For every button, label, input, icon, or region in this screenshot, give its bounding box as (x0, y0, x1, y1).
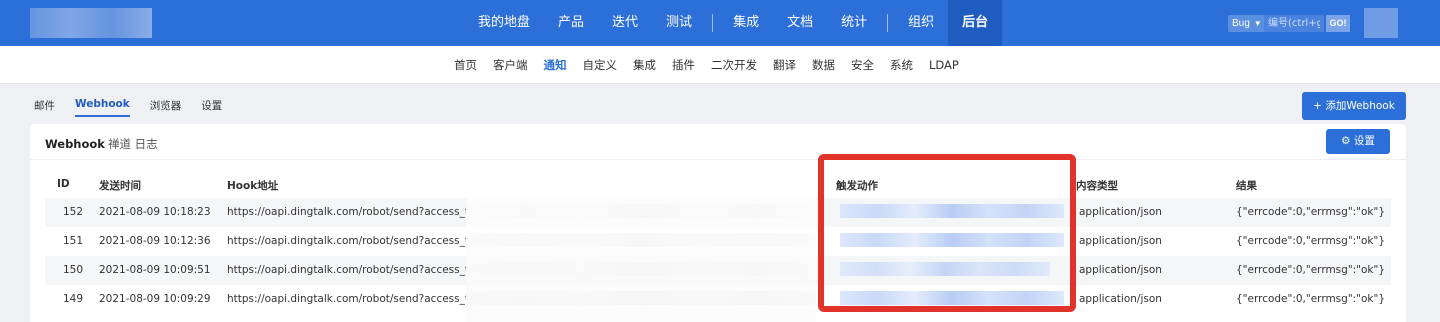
column-header-url: Hook地址 (227, 180, 279, 192)
nav-item-integration[interactable]: 集成 (719, 0, 773, 46)
tab-settings[interactable]: 设置 (201, 98, 222, 117)
panel-header: Webhook 禅道 日志 ⚙ 设置 (30, 124, 1406, 160)
tab-webhook[interactable]: Webhook (75, 98, 130, 117)
cell-id: 149 (63, 293, 84, 305)
settings-button[interactable]: ⚙ 设置 (1326, 129, 1390, 154)
chevron-down-icon: ▼ (1253, 19, 1262, 28)
subnav-item-notify[interactable]: 通知 (536, 57, 575, 73)
search-input[interactable] (1264, 15, 1324, 32)
cell-id: 152 (63, 206, 84, 218)
go-button[interactable]: GO! (1326, 15, 1350, 32)
subnav-item-security[interactable]: 安全 (843, 57, 882, 73)
tab-mail[interactable]: 邮件 (34, 98, 55, 117)
sub-navbar: 首页 客户端 通知 自定义 集成 插件 二次开发 翻译 数据 安全 系统 LDA… (0, 46, 1440, 84)
nav-item-my[interactable]: 我的地盘 (464, 0, 544, 46)
nav-item-org[interactable]: 组织 (894, 0, 948, 46)
cell-result: {"errcode":0,"errmsg":"ok"} (1236, 206, 1386, 218)
column-header-content-type: 内容类型 (1076, 180, 1118, 192)
add-webhook-button[interactable]: + 添加Webhook (1302, 92, 1406, 120)
subnav-item-client[interactable]: 客户端 (485, 57, 536, 73)
cell-content-type: application/json (1079, 235, 1162, 247)
add-webhook-label: 添加Webhook (1325, 100, 1395, 112)
redaction-overlay (466, 186, 816, 322)
settings-label: 设置 (1353, 135, 1375, 147)
tab-browser[interactable]: 浏览器 (150, 98, 182, 117)
subnav-item-home[interactable]: 首页 (446, 57, 485, 73)
panel-title: Webhook 禅道 日志 (45, 136, 158, 152)
cell-url: https://oapi.dingtalk.com/robot/send?acc… (227, 264, 492, 276)
cell-result: {"errcode":0,"errmsg":"ok"} (1236, 264, 1386, 276)
sub-nav: 首页 客户端 通知 自定义 集成 插件 二次开发 翻译 数据 安全 系统 LDA… (446, 46, 967, 84)
cell-content-type: application/json (1079, 264, 1162, 276)
subnav-item-system[interactable]: 系统 (882, 57, 921, 73)
plus-icon: + (1313, 100, 1322, 112)
cell-url: https://oapi.dingtalk.com/robot/send?acc… (227, 293, 492, 305)
highlight-annotation-box (818, 154, 1076, 312)
gear-icon: ⚙ (1341, 135, 1351, 147)
notify-tabs: 邮件 Webhook 浏览器 设置 (34, 98, 242, 117)
cell-content-type: application/json (1079, 206, 1162, 218)
cell-id: 150 (63, 264, 84, 276)
cell-time: 2021-08-09 10:18:23 (99, 206, 211, 218)
cell-url: https://oapi.dingtalk.com/robot/send?acc… (227, 235, 492, 247)
panel-title-rest: 禅道 日志 (107, 137, 158, 151)
main-nav: 我的地盘 产品 迭代 测试 集成 文档 统计 组织 后台 (464, 0, 1003, 46)
cell-time: 2021-08-09 10:12:36 (99, 235, 211, 247)
subnav-item-plugin[interactable]: 插件 (664, 57, 703, 73)
nav-item-iteration[interactable]: 迭代 (598, 0, 652, 46)
column-header-time: 发送时间 (99, 180, 141, 192)
subnav-item-translate[interactable]: 翻译 (765, 57, 804, 73)
cell-time: 2021-08-09 10:09:51 (99, 264, 211, 276)
subnav-item-ldap[interactable]: LDAP (921, 58, 967, 72)
nav-item-product[interactable]: 产品 (544, 0, 598, 46)
top-navbar: 我的地盘 产品 迭代 测试 集成 文档 统计 组织 后台 Bug▼ GO! (0, 0, 1440, 46)
subnav-item-custom[interactable]: 自定义 (575, 57, 626, 73)
nav-item-test[interactable]: 测试 (652, 0, 706, 46)
cell-result: {"errcode":0,"errmsg":"ok"} (1236, 235, 1386, 247)
nav-item-stats[interactable]: 统计 (827, 0, 881, 46)
nav-item-doc[interactable]: 文档 (773, 0, 827, 46)
column-header-result: 结果 (1236, 180, 1257, 192)
cell-result: {"errcode":0,"errmsg":"ok"} (1236, 293, 1386, 305)
subnav-item-integration[interactable]: 集成 (625, 57, 664, 73)
cell-url: https://oapi.dingtalk.com/robot/send?acc… (227, 206, 492, 218)
object-type-select[interactable]: Bug ▼ (1228, 15, 1266, 32)
nav-divider (712, 14, 714, 32)
subnav-item-dev[interactable]: 二次开发 (703, 57, 765, 73)
cell-content-type: application/json (1079, 293, 1162, 305)
object-type-value: Bug (1232, 18, 1250, 29)
cell-time: 2021-08-09 10:09:29 (99, 293, 211, 305)
subnav-item-data[interactable]: 数据 (804, 57, 843, 73)
panel-title-bold: Webhook (45, 137, 105, 151)
avatar[interactable] (1364, 8, 1398, 38)
column-header-id: ID (57, 178, 70, 190)
logo[interactable] (30, 8, 152, 38)
cell-id: 151 (63, 235, 84, 247)
nav-divider (887, 14, 889, 32)
nav-item-admin[interactable]: 后台 (948, 0, 1003, 46)
